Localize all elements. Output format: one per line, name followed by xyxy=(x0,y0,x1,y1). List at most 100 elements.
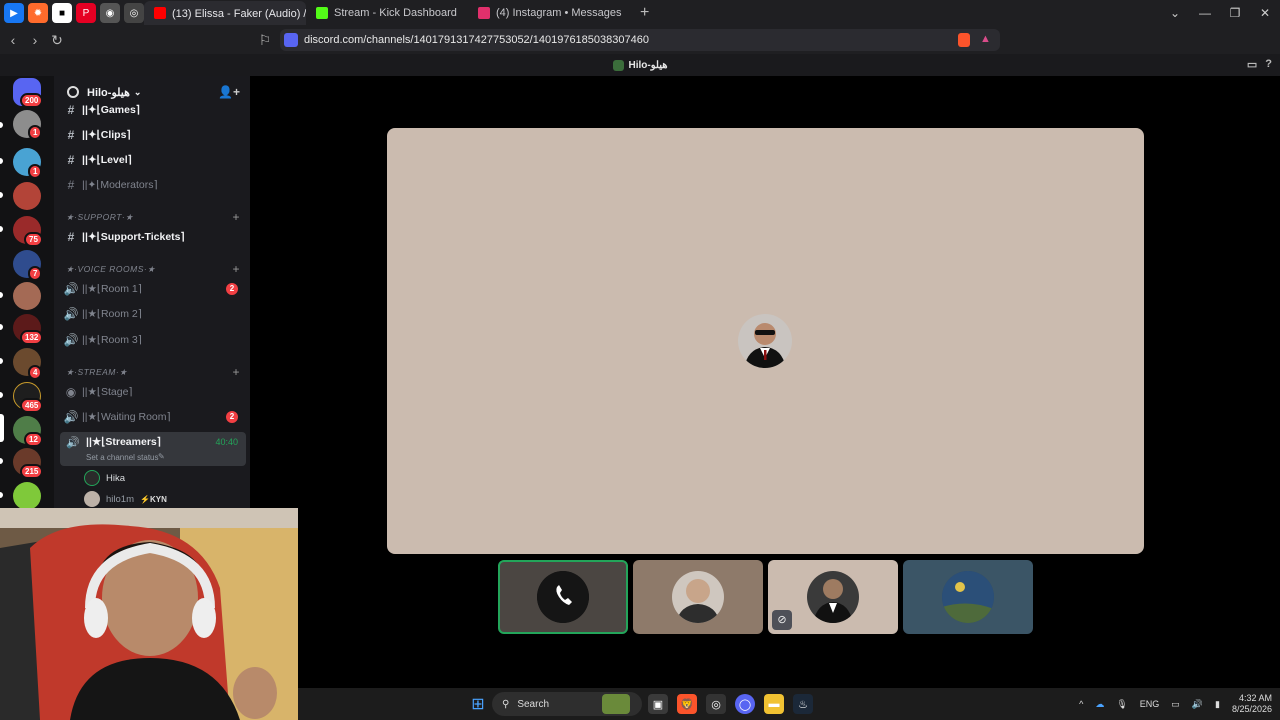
obs-icon[interactable]: ◎ xyxy=(706,694,726,714)
brave-rewards-icon[interactable]: ▲ xyxy=(980,33,991,45)
mic-icon[interactable]: 🎙 xyxy=(1116,699,1127,710)
start-icon[interactable]: ⊞ xyxy=(468,694,488,714)
server-icon[interactable] xyxy=(13,482,41,510)
tab-elissa[interactable]: (13) Elissa - Faker (Audio) / إليسا - فا… xyxy=(144,1,306,25)
webcam-overlay xyxy=(0,508,298,720)
unread-pill xyxy=(0,358,3,364)
channel-support-tickets[interactable]: # ||✦⌊Support-Tickets⌉ xyxy=(60,226,246,248)
voice-room-2[interactable]: 🔊 ||★⌊Room 2⌉ xyxy=(60,303,246,325)
server-icon[interactable] xyxy=(13,282,41,310)
voice-room-1[interactable]: 🔊 ||★⌊Room 1⌉ 2 xyxy=(60,278,246,300)
badge: 1 xyxy=(28,164,43,179)
pinned-tab-icon[interactable]: ▶ xyxy=(4,3,24,23)
pinned-tab-icon[interactable]: ■ xyxy=(52,3,72,23)
pinned-tab-icon[interactable]: ✹ xyxy=(28,3,48,23)
tray-chevron-icon[interactable]: ^ xyxy=(1079,699,1083,709)
edit-pencil-icon[interactable]: ✎ xyxy=(158,452,165,461)
clock[interactable]: 4:32 AM 8/25/2026 xyxy=(1232,693,1272,715)
add-channel-icon[interactable]: + xyxy=(232,262,240,276)
channel-level[interactable]: # ||✦⌊Level⌉ xyxy=(60,149,246,171)
tab-list-icon[interactable]: ⌄ xyxy=(1160,0,1190,26)
focused-user-avatar[interactable] xyxy=(738,314,792,368)
category-voice-rooms[interactable]: ★·VOICE ROOMS·★ + xyxy=(66,262,244,278)
language-indicator[interactable]: ENG xyxy=(1140,699,1160,709)
back-icon[interactable]: ‹ xyxy=(2,32,24,48)
unread-pill xyxy=(0,392,3,398)
brave-icon[interactable]: 🦁 xyxy=(677,694,697,714)
pinned-tabs: ▶ ✹ ■ P ◉ ◎ xyxy=(0,3,144,23)
inbox-icon[interactable]: ▭ xyxy=(1247,58,1257,71)
member-tag: ⚡KYN xyxy=(140,494,167,504)
volume-icon[interactable]: 🔊 xyxy=(1192,699,1203,710)
taskbar-search[interactable]: ⚲ Search xyxy=(492,692,642,716)
steam-icon[interactable]: ♨ xyxy=(793,694,813,714)
channel-status[interactable]: Set a channel status xyxy=(86,453,159,462)
brave-shields-icon[interactable] xyxy=(958,33,970,47)
maximize-icon[interactable]: ❐ xyxy=(1220,0,1250,26)
tab-kick[interactable]: Stream - Kick Dashboard xyxy=(306,1,468,25)
voice-member[interactable]: Hika xyxy=(84,469,125,487)
speaker-icon: 🔊 xyxy=(63,282,79,296)
participant-avatar xyxy=(942,571,994,623)
channel-label: ||✦⌊Clips⌉ xyxy=(82,129,131,141)
file-explorer-icon[interactable]: ▬ xyxy=(764,694,784,714)
help-icon[interactable]: ? xyxy=(1265,58,1272,71)
url-text: discord.com/channels/1401791317427753052… xyxy=(304,34,649,46)
hash-icon: # xyxy=(67,128,75,142)
member-name: hilo1m xyxy=(106,493,134,505)
tab-instagram[interactable]: (4) Instagram • Messages xyxy=(468,1,630,25)
voice-streamers-selected[interactable]: 🔊 ||★⌊Streamers⌉ 40:40 Set a channel sta… xyxy=(60,432,246,466)
close-icon[interactable]: ✕ xyxy=(1250,0,1280,26)
battery-icon[interactable]: ▮ xyxy=(1215,699,1220,710)
channel-clips[interactable]: # ||✦⌊Clips⌉ xyxy=(60,124,246,146)
new-tab-button[interactable]: + xyxy=(630,4,659,22)
invite-icon[interactable]: 👤+ xyxy=(218,85,240,99)
tab-label: (13) Elissa - Faker (Audio) / إليسا - فا… xyxy=(172,7,306,20)
add-channel-icon[interactable]: + xyxy=(232,210,240,224)
url-field[interactable]: discord.com/channels/1401791317427753052… xyxy=(280,29,1000,51)
onedrive-icon[interactable]: ☁ xyxy=(1095,699,1104,710)
channel-label: ||✦⌊Moderators⌉ xyxy=(82,179,158,191)
pinned-tab-icon[interactable]: ◎ xyxy=(124,3,144,23)
hash-icon: # xyxy=(67,153,75,167)
participant-tile[interactable] xyxy=(633,560,763,634)
user-count-badge: 2 xyxy=(226,411,238,423)
channel-label: ||✦⌊Games⌉ xyxy=(82,104,140,116)
youtube-icon xyxy=(154,7,166,19)
badge: 200 xyxy=(20,93,44,108)
participant-tile[interactable]: ⊘ xyxy=(768,560,898,634)
server-icon[interactable] xyxy=(13,182,41,210)
forward-icon[interactable]: › xyxy=(24,32,46,48)
voice-room-3[interactable]: 🔊 ||★⌊Room 3⌉ xyxy=(60,329,246,351)
participant-tile[interactable] xyxy=(498,560,628,634)
voice-member[interactable]: hilo1m ⚡KYN xyxy=(84,490,167,508)
category-support[interactable]: ★·SUPPORT·★ + xyxy=(66,210,244,226)
unread-pill xyxy=(0,324,3,330)
channel-moderators[interactable]: # ||✦⌊Moderators⌉ xyxy=(60,174,246,196)
network-icon[interactable]: ▭ xyxy=(1171,699,1180,710)
discord-taskbar-icon[interactable]: ◯ xyxy=(735,694,755,714)
avatar xyxy=(84,470,100,486)
reload-icon[interactable]: ↻ xyxy=(46,32,68,49)
discord-title-bar: Hilo-هيلو ▭ ? xyxy=(0,54,1280,76)
stage-channel[interactable]: ◉ ||★⌊Stage⌉ xyxy=(60,381,246,403)
add-channel-icon[interactable]: + xyxy=(232,365,240,379)
channel-label: ||★⌊Room 3⌉ xyxy=(82,334,142,346)
bookmark-icon[interactable]: ⚐ xyxy=(254,32,276,49)
participant-avatar xyxy=(537,571,589,623)
voice-stage-main[interactable] xyxy=(387,128,1144,554)
window-title: Hilo-هيلو xyxy=(628,59,668,71)
participant-avatar xyxy=(672,571,724,623)
voice-waiting-room[interactable]: 🔊 ||★⌊Waiting Room⌉ 2 xyxy=(60,406,246,428)
minimize-icon[interactable]: — xyxy=(1190,0,1220,26)
speaker-icon: 🔊 xyxy=(63,307,79,321)
task-view-icon[interactable]: ▣ xyxy=(648,694,668,714)
channel-games[interactable]: # ||✦⌊Games⌉ xyxy=(60,100,246,120)
tab-bar: ▶ ✹ ■ P ◉ ◎ (13) Elissa - Faker (Audio) … xyxy=(0,0,1280,26)
pinned-tab-icon[interactable]: P xyxy=(76,3,96,23)
category-stream[interactable]: ★·STREAM·★ + xyxy=(66,365,244,381)
pinned-tab-icon[interactable]: ◉ xyxy=(100,3,120,23)
participant-tile[interactable] xyxy=(903,560,1033,634)
site-info-icon[interactable] xyxy=(284,33,298,47)
speaker-icon: 🔊 xyxy=(63,333,79,347)
